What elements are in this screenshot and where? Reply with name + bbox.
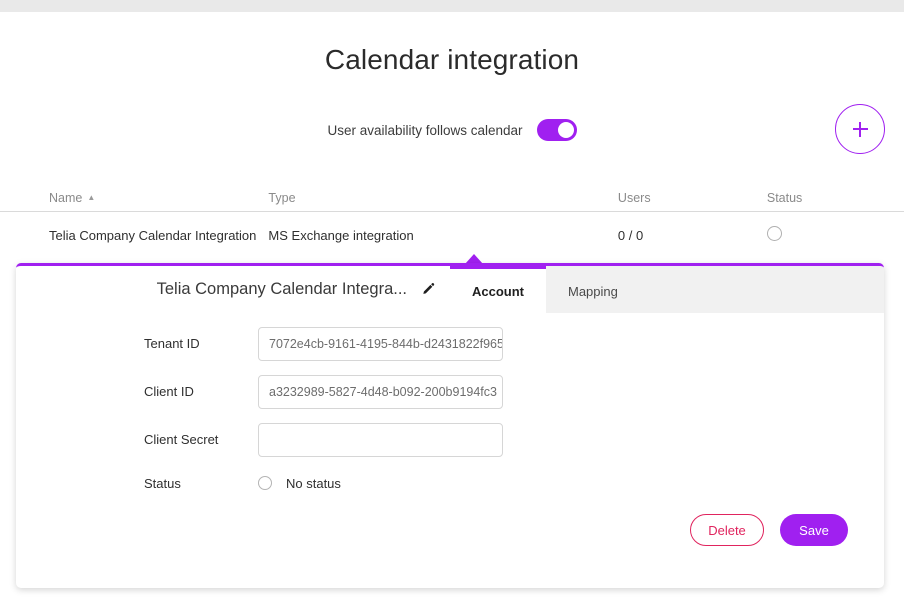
delete-button[interactable]: Delete — [690, 514, 764, 546]
cell-type: MS Exchange integration — [268, 227, 414, 243]
cell-status — [766, 226, 886, 244]
status-radio-label: No status — [286, 475, 341, 491]
form-row-tenant-id: Tenant ID 7072e4cb-9161-4195-844b-d24318… — [16, 324, 884, 363]
panel-action-buttons: Delete Save — [690, 514, 848, 546]
column-header-type[interactable]: Type — [268, 191, 618, 205]
table-row[interactable]: Telia Company Calendar Integration MS Ex… — [0, 212, 904, 258]
page-title: Calendar integration — [324, 44, 580, 75]
client-secret-label: Client Secret — [144, 432, 219, 447]
form-row-status: Status No status — [16, 468, 884, 498]
browser-chrome-bar — [0, 0, 904, 12]
panel-title-area: Telia Company Calendar Integra... — [16, 266, 450, 313]
integrations-table: Name ▲ Type Users Status Telia Company Ca… — [0, 180, 904, 258]
plus-icon — [852, 121, 868, 137]
client-secret-input[interactable] — [258, 422, 503, 457]
column-header-name-label: Name — [49, 191, 83, 205]
tenant-id-input[interactable]: 7072e4cb-9161-4195-844b-d2431822f965 — [258, 326, 503, 361]
form-row-client-secret: Client Secret — [16, 420, 884, 459]
account-form: Tenant ID 7072e4cb-9161-4195-844b-d24318… — [16, 324, 884, 498]
tenant-id-label: Tenant ID — [144, 336, 200, 351]
availability-toggle-label: User availability follows calendar — [327, 122, 523, 138]
cell-name: Telia Company Calendar Integration — [49, 227, 257, 243]
table-header-row: Name ▲ Type Users Status — [0, 180, 904, 212]
status-empty-circle-icon — [766, 226, 782, 241]
form-row-client-id: Client ID a3232989-5827-4d48-b092-200b91… — [16, 372, 884, 411]
sort-asc-icon: ▲ — [87, 193, 96, 202]
save-button[interactable]: Save — [780, 514, 848, 546]
panel-title: Telia Company Calendar Integra... — [156, 280, 407, 298]
tab-mapping[interactable]: Mapping — [546, 266, 640, 313]
panel-tabs: Account Mapping — [450, 266, 884, 313]
client-id-label: Client ID — [144, 384, 194, 399]
tab-account[interactable]: Account — [450, 266, 546, 313]
column-header-name[interactable]: Name ▲ — [18, 191, 268, 205]
integration-detail-panel: Telia Company Calendar Integra... Accoun… — [16, 263, 884, 588]
column-header-status[interactable]: Status — [767, 191, 886, 205]
status-radio[interactable] — [258, 476, 272, 490]
add-integration-button[interactable] — [835, 104, 885, 154]
panel-header: Telia Company Calendar Integra... Accoun… — [16, 266, 884, 313]
availability-toggle-switch[interactable] — [536, 119, 577, 141]
cell-users: 0 / 0 — [617, 227, 644, 243]
availability-toggle-row: User availability follows calendar — [0, 119, 904, 141]
column-header-users[interactable]: Users — [618, 191, 767, 205]
toggle-knob — [557, 122, 574, 138]
client-id-input[interactable]: a3232989-5827-4d48-b092-200b9194fc3 — [258, 374, 503, 409]
app-root: Calendar integration User availability f… — [0, 0, 904, 607]
pencil-icon[interactable] — [421, 282, 436, 297]
status-label: Status — [144, 475, 181, 491]
